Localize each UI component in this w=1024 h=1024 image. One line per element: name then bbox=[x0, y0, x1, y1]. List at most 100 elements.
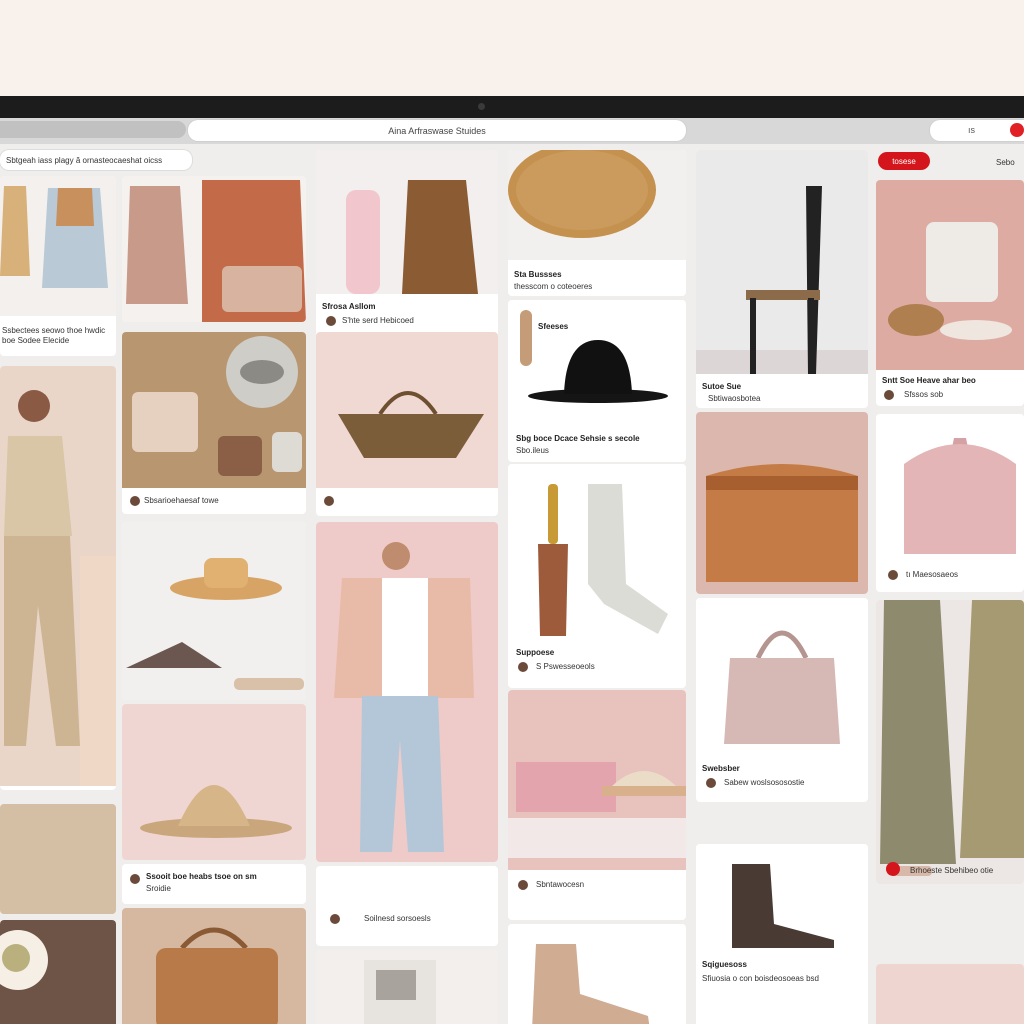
pin-card[interactable] bbox=[696, 412, 868, 594]
pin-caption: Soilnesd sorsoesls bbox=[364, 914, 431, 923]
avatar[interactable] bbox=[518, 880, 528, 890]
pin-card[interactable]: Ssooit boe heabs tsoe on sm Sroidie bbox=[122, 864, 306, 904]
pin-card[interactable]: Soilnesd sorsoesls bbox=[316, 866, 498, 946]
pin-card[interactable] bbox=[0, 920, 116, 1024]
pin-caption: Brhoeste Sbehibeo otie bbox=[910, 866, 994, 875]
pin-title: Sfeeses bbox=[538, 322, 569, 331]
pin-title: Sntt Soe Heave ahar beo bbox=[882, 376, 976, 385]
pin-card[interactable] bbox=[316, 332, 498, 516]
avatar[interactable] bbox=[888, 570, 898, 580]
pin-card[interactable] bbox=[122, 704, 306, 860]
pin-image-accessories-collage bbox=[122, 332, 306, 488]
pin-image-dresses-bags bbox=[122, 176, 306, 322]
search-chip[interactable]: Sbtgeah iass plagy ă ornasteocaeshat oic… bbox=[0, 150, 192, 170]
pin-card[interactable]: Swebsber Sabew woslsososostie bbox=[696, 598, 868, 802]
avatar[interactable] bbox=[130, 874, 140, 884]
avatar[interactable] bbox=[324, 496, 334, 506]
pin-card[interactable]: Sntt Soe Heave ahar beo Sfssos sob bbox=[876, 180, 1024, 406]
pin-caption: Sfiuosia o con boisdeosoeas bsd bbox=[702, 974, 819, 983]
pin-image-tote-bag bbox=[696, 598, 868, 758]
pin-title: Swebsber bbox=[702, 764, 740, 773]
save-button-label: tosese bbox=[892, 156, 916, 166]
pin-card[interactable] bbox=[122, 908, 306, 1024]
pin-caption: tı Maesosaeos bbox=[906, 570, 959, 579]
pin-image-pink-object bbox=[876, 964, 1024, 1024]
pin-image-black-hat bbox=[508, 300, 686, 408]
pin-card[interactable] bbox=[0, 804, 116, 914]
address-text: Aina Arfraswase Stuides bbox=[388, 125, 486, 136]
pin-image-straw-disc bbox=[508, 150, 686, 260]
pin-image-kitchen-decor bbox=[876, 180, 1024, 370]
pin-card[interactable]: Sfeeses Sbg boce Dcace Sehsie s secole S… bbox=[508, 300, 686, 462]
pin-image-dresses bbox=[0, 176, 116, 316]
pin-caption: Sbtiwaosbotea bbox=[708, 394, 761, 403]
pin-card[interactable]: Sta Bussses thesscom o coteoeres bbox=[508, 150, 686, 296]
webcam-icon bbox=[478, 103, 485, 110]
pin-image-bottle-coat bbox=[316, 150, 498, 294]
avatar[interactable] bbox=[326, 316, 336, 326]
pin-image-pink-hat-scene bbox=[508, 690, 686, 870]
pin-card[interactable] bbox=[316, 950, 498, 1024]
pin-caption: Ssbectees seowo thoe hwdic boe Sodee Ele… bbox=[2, 326, 106, 345]
address-bar[interactable]: Aina Arfraswase Stuides bbox=[188, 120, 686, 141]
pin-title: Sqiguesoss bbox=[702, 960, 747, 969]
pin-card[interactable] bbox=[0, 366, 116, 790]
pin-image-glitter-fabric bbox=[0, 804, 116, 914]
pin-card[interactable]: tı Maesosaeos bbox=[876, 414, 1024, 592]
pin-title: Sutoe Sue bbox=[702, 382, 742, 391]
pin-title: Sfrosa Asllom bbox=[322, 302, 376, 311]
browser-tab[interactable] bbox=[0, 121, 186, 138]
pin-card[interactable] bbox=[508, 924, 686, 1024]
pin-card[interactable]: Brhoeste Sbehibeo otie bbox=[876, 600, 1024, 884]
pin-caption: Sbsarioehaesaf towe bbox=[144, 496, 219, 505]
pin-title: Sta Bussses bbox=[514, 270, 562, 279]
pin-card[interactable] bbox=[122, 522, 306, 700]
pin-card[interactable]: Suppoese S Pswesseoeols bbox=[508, 464, 686, 688]
avatar[interactable] bbox=[330, 914, 340, 924]
pin-card[interactable]: Sbntawocesn bbox=[508, 690, 686, 920]
pin-title: Ssooit boe heabs tsoe on sm bbox=[146, 872, 257, 881]
pin-image-chair bbox=[696, 150, 868, 374]
avatar[interactable] bbox=[706, 778, 716, 788]
pin-image-pink-backpack bbox=[876, 414, 1024, 562]
pin-image-model-floral-jacket bbox=[316, 522, 498, 862]
pin-card[interactable]: Sbsarioehaesaf towe bbox=[122, 332, 306, 514]
pin-caption: S Pswesseoeols bbox=[536, 662, 595, 671]
pin-image-magazine bbox=[316, 950, 498, 1024]
pin-image-leather-bag bbox=[122, 908, 306, 1024]
pin-image-hat-sandals bbox=[122, 522, 306, 700]
pin-image-model-sequins bbox=[0, 366, 116, 790]
pin-card[interactable] bbox=[122, 176, 306, 322]
pin-image-tassel-sock bbox=[508, 464, 686, 654]
pin-card[interactable]: Sutoe Sue Sbtiwaosbotea bbox=[696, 150, 868, 408]
account-label: ıs bbox=[968, 125, 976, 135]
account-controls[interactable]: ıs bbox=[930, 120, 1024, 141]
pin-image-ankle-boot bbox=[508, 924, 686, 1024]
monitor-bezel bbox=[0, 96, 1024, 118]
pin-caption: Sroidie bbox=[146, 884, 171, 893]
background-wall bbox=[0, 0, 1024, 96]
pin-card[interactable]: Sfrosa Asllom S'hte serd Hebicoed bbox=[316, 150, 498, 348]
pin-caption: S'hte serd Hebicoed bbox=[342, 316, 414, 325]
pin-card[interactable] bbox=[876, 964, 1024, 1024]
pin-card[interactable]: Ssbectees seowo thoe hwdic boe Sodee Ele… bbox=[0, 176, 116, 356]
pin-card[interactable] bbox=[316, 522, 498, 862]
avatar[interactable] bbox=[884, 390, 894, 400]
pin-caption: thesscom o coteoeres bbox=[514, 282, 593, 291]
pin-caption: Sabew woslsososostie bbox=[724, 778, 805, 787]
pin-image-boots bbox=[696, 844, 868, 954]
save-icon[interactable] bbox=[886, 862, 900, 876]
pin-title: Sbg boce Dcace Sehsie s secole bbox=[516, 434, 640, 443]
browser-screen: Aina Arfraswase Stuides ıs Sbtgeah iass … bbox=[0, 118, 1024, 1024]
pin-image-woven-basket bbox=[316, 332, 498, 488]
profile-icon[interactable] bbox=[1010, 123, 1024, 137]
pin-caption: Sbo.ileus bbox=[516, 446, 549, 455]
save-button[interactable]: tosese bbox=[878, 152, 930, 170]
avatar[interactable] bbox=[130, 496, 140, 506]
search-chip-text: Sbtgeah iass plagy ă ornasteocaeshat oic… bbox=[6, 155, 163, 165]
pin-caption: Sfssos sob bbox=[904, 390, 944, 399]
pin-image-plate bbox=[0, 920, 116, 1024]
pin-card[interactable]: Sqiguesoss Sfiuosia o con boisdeosoeas b… bbox=[696, 844, 868, 1024]
pin-image-sequin-skirts bbox=[876, 600, 1024, 884]
avatar[interactable] bbox=[518, 662, 528, 672]
